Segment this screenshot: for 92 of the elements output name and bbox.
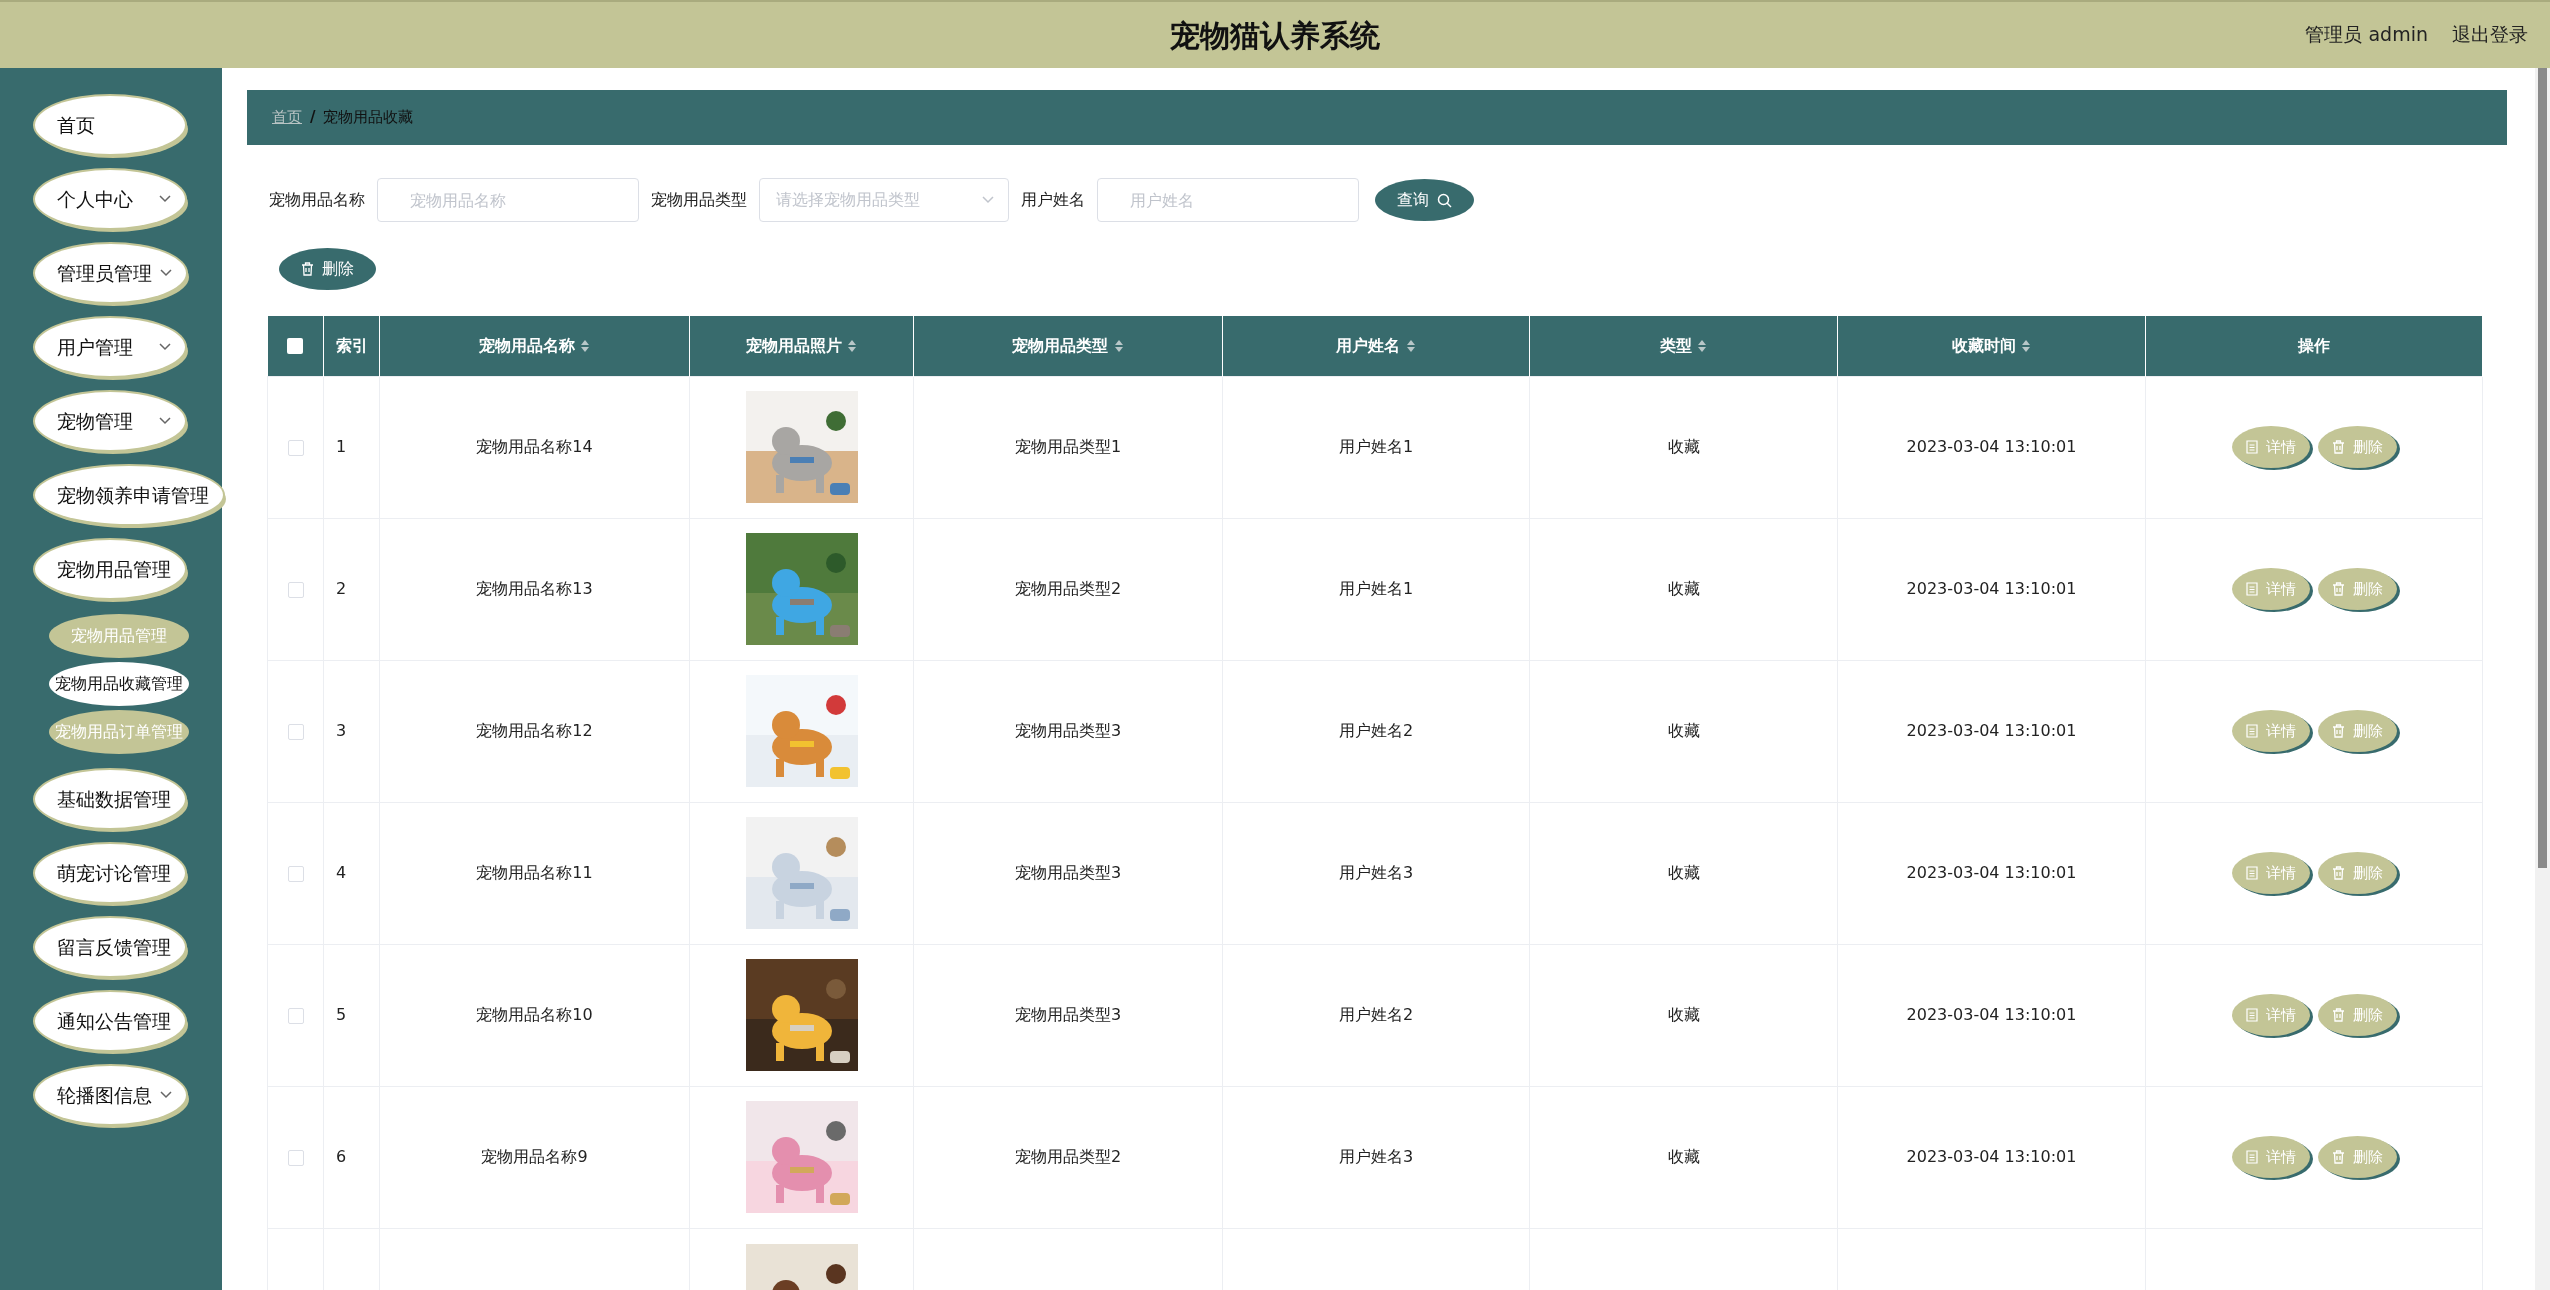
trash-icon (301, 262, 314, 276)
field-label: 宠物用品名称 (269, 189, 365, 211)
table-cell: 用户姓名1 (1338, 437, 1414, 456)
sort-icon[interactable] (1697, 339, 1708, 354)
table-cell: 宠物用品名称11 (476, 863, 593, 882)
document-icon (2245, 724, 2258, 738)
table-cell: 用户姓名1 (1338, 579, 1414, 598)
chevron-down-icon (159, 195, 171, 203)
sort-icon[interactable] (847, 339, 858, 354)
sort-icon[interactable] (580, 339, 591, 354)
table-cell: 宠物用品名称12 (476, 721, 593, 740)
field-label: 用户姓名 (1021, 189, 1085, 211)
chevron-down-icon (159, 417, 171, 425)
trash-icon (2331, 724, 2345, 738)
document-icon (2245, 582, 2258, 596)
app-title: 宠物猫认养系统 (1170, 16, 1380, 55)
document-icon (2245, 1008, 2258, 1022)
row-checkbox[interactable] (287, 581, 304, 598)
document-icon (2245, 866, 2258, 880)
column-header: 操作 (2298, 335, 2330, 355)
search-icon (1437, 192, 1452, 208)
chevron-down-icon (160, 269, 172, 277)
column-header[interactable]: 用户姓名 (1336, 335, 1401, 355)
table-cell: 宠物用品名称13 (476, 579, 593, 598)
row-checkbox[interactable] (287, 1149, 304, 1166)
table-cell: 收藏 (1667, 579, 1700, 598)
table-cell: 宠物用品类型3 (1014, 1005, 1122, 1024)
table-cell: 宠物用品名称10 (476, 1005, 593, 1024)
table-cell: 6 (336, 1147, 347, 1166)
table-cell: 收藏 (1667, 437, 1700, 456)
table-cell: 收藏 (1667, 721, 1700, 740)
breadcrumb-current: 宠物用品收藏 (323, 107, 414, 129)
document-icon (2245, 1150, 2258, 1164)
row-checkbox[interactable] (287, 439, 304, 456)
table-cell: 2023-03-04 13:10:01 (1906, 863, 2077, 882)
chevron-down-icon (160, 1091, 172, 1099)
document-icon (2245, 440, 2258, 454)
table-cell: 收藏 (1667, 1005, 1700, 1024)
search-button[interactable]: 查询 (1375, 179, 1474, 221)
scrollbar[interactable] (2535, 68, 2550, 1290)
table-cell: 收藏 (1667, 1147, 1700, 1166)
input-field[interactable]: 用户姓名 (1097, 178, 1359, 222)
logout-link[interactable]: 退出登录 (2452, 20, 2528, 49)
table-cell: 收藏 (1667, 863, 1700, 882)
trash-icon (2331, 866, 2345, 880)
sort-icon[interactable] (1113, 339, 1124, 354)
column-header[interactable]: 收藏时间 (1951, 335, 2016, 355)
table-cell: 宠物用品类型2 (1014, 1147, 1122, 1166)
delete-button[interactable]: 删除 (279, 248, 376, 290)
select-all-checkbox[interactable] (287, 338, 304, 355)
trash-icon (2331, 440, 2345, 454)
table-cell: 2023-03-04 13:10:01 (1906, 721, 2077, 740)
row-checkbox[interactable] (287, 1007, 304, 1024)
table-cell: 3 (336, 721, 347, 740)
table-cell: 2023-03-04 13:10:01 (1906, 1005, 2077, 1024)
breadcrumb-link[interactable]: 首页 (272, 106, 302, 129)
column-header[interactable]: 宠物用品名称 (478, 335, 575, 355)
sort-icon[interactable] (2021, 339, 2032, 354)
table-cell: 宠物用品类型2 (1014, 579, 1122, 598)
breadcrumb-separator: / (310, 107, 316, 129)
trash-icon (2331, 1150, 2345, 1164)
input-field[interactable]: 宠物用品名称 (377, 178, 639, 222)
table-cell: 用户姓名3 (1338, 1147, 1414, 1166)
table-cell: 宠物用品类型1 (1014, 437, 1122, 456)
sort-icon[interactable] (1405, 339, 1416, 354)
table-cell: 用户姓名3 (1338, 863, 1414, 882)
table-cell: 2023-03-04 13:10:01 (1906, 437, 2077, 456)
column-header[interactable]: 宠物用品照片 (745, 335, 842, 355)
trash-icon (2331, 1008, 2345, 1022)
column-header[interactable]: 宠物用品类型 (1012, 335, 1109, 355)
table-cell: 2023-03-04 13:10:01 (1906, 1147, 2077, 1166)
column-header[interactable]: 类型 (1659, 335, 1692, 355)
table-cell: 4 (336, 863, 347, 882)
row-checkbox[interactable] (287, 723, 304, 740)
table-cell: 宠物用品名称9 (481, 1147, 588, 1166)
submenu-item[interactable]: 宠物用品收藏管理 (49, 662, 189, 706)
table-cell: 2 (336, 579, 347, 598)
table-cell: 用户姓名2 (1338, 721, 1414, 740)
table-cell: 2023-03-04 13:10:01 (1906, 579, 2077, 598)
row-checkbox[interactable] (287, 865, 304, 882)
column-header: 索引 (335, 335, 368, 355)
table-cell: 5 (336, 1005, 347, 1024)
table-cell: 宠物用品名称14 (476, 437, 593, 456)
table-cell: 用户姓名2 (1338, 1005, 1414, 1024)
user-label: 管理员 admin (2305, 22, 2428, 47)
table-cell: 宠物用品类型3 (1014, 721, 1122, 740)
table-cell: 宠物用品类型3 (1014, 863, 1122, 882)
field-label: 宠物用品类型 (651, 189, 747, 211)
chevron-down-icon (159, 343, 171, 351)
trash-icon (2331, 582, 2345, 596)
chevron-down-icon (982, 196, 994, 204)
table-cell: 1 (336, 437, 347, 456)
